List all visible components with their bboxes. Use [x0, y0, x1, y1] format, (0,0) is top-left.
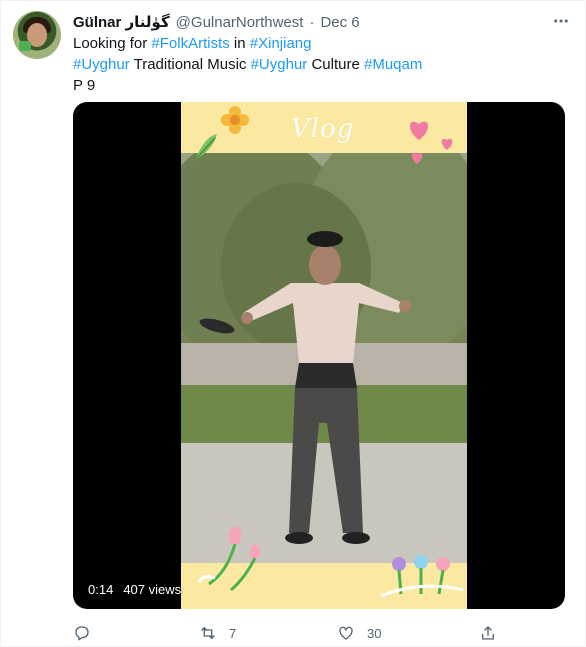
retweet-icon [201, 627, 215, 639]
reply-icon [75, 626, 89, 641]
video-info: 0:14 407 views [88, 582, 181, 597]
like-count: 30 [367, 625, 382, 641]
share-icon [482, 626, 494, 640]
text-segment: in [229, 35, 250, 52]
hashtag-xinjiang[interactable]: #Xinjiang [250, 35, 312, 52]
video-scene [181, 153, 467, 563]
retweet-count: 7 [229, 625, 237, 641]
hashtag-uyghur[interactable]: #Uyghur [73, 56, 130, 73]
reply-button[interactable] [73, 621, 103, 645]
video-timestamp: 0:14 [88, 582, 114, 597]
action-bar: 7 30 [73, 621, 505, 645]
tweet-header: Gülnar گۈلنار @GulnarNorthwest · Dec 6 [73, 12, 360, 32]
display-name[interactable]: Gülnar گۈلنار [73, 13, 170, 31]
avatar[interactable] [13, 11, 61, 59]
text-segment: Traditional Music [129, 56, 251, 73]
tweet-line-2: #Uyghur Traditional Music #Uyghur Cultur… [73, 54, 573, 75]
more-icon[interactable] [549, 11, 573, 31]
display-name-native: گۈلنار [125, 14, 170, 31]
avatar-toy [19, 41, 31, 51]
tulips-sticker [197, 526, 261, 592]
flowers-sticker [380, 555, 464, 598]
tweet-line-3: P 9 [73, 77, 96, 94]
flower-sticker [221, 106, 249, 134]
hashtag-muqam[interactable]: #Muqam [364, 56, 422, 73]
video-frame: Vlog [181, 102, 467, 609]
text-segment: Looking for [73, 35, 152, 52]
hashtag-uyghur[interactable]: #Uyghur [251, 56, 308, 73]
man-figure [199, 231, 411, 544]
text-segment: Culture [307, 56, 364, 73]
leaf-sticker [194, 134, 217, 161]
tweet-date[interactable]: Dec 6 [320, 14, 359, 31]
tweet-card[interactable]: Gülnar گۈلنار @GulnarNorthwest · Dec 6 L… [0, 0, 586, 647]
hearts-sticker [409, 121, 453, 164]
hashtag-folkartists[interactable]: #FolkArtists [151, 35, 229, 52]
video-overlay-title: Vlog [291, 114, 355, 144]
tweet-line-1: Looking for #FolkArtists in #Xinjiang [73, 33, 573, 54]
like-button[interactable]: 30 [337, 621, 381, 645]
video-views: 407 views [123, 582, 182, 597]
like-icon [339, 626, 353, 640]
separator-dot: · [309, 13, 315, 31]
user-handle[interactable]: @GulnarNorthwest [176, 14, 304, 31]
tweet-text: Looking for #FolkArtists in #Xinjiang #U… [73, 33, 573, 96]
video-player[interactable]: Vlog 0:14 407 views [73, 102, 565, 609]
retweet-button[interactable]: 7 [199, 621, 236, 645]
share-button[interactable] [479, 621, 497, 645]
